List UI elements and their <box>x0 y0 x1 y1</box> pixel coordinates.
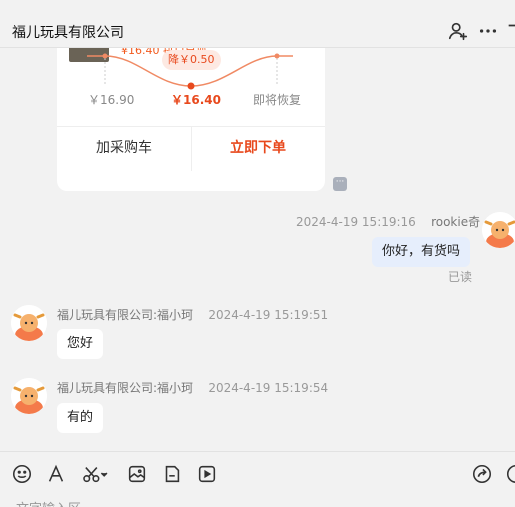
avatar[interactable] <box>482 212 515 248</box>
message-sender: 福儿玩具有限公司:福小珂 <box>57 381 194 395</box>
message-bubble: 你好，有货吗 <box>372 237 471 267</box>
input-toolbar: 文字输入区 <box>0 451 515 507</box>
chat-title: 福儿玩具有限公司 <box>12 25 124 41</box>
price-drop-badge: 降￥0.50 <box>162 50 221 70</box>
add-to-cart-button[interactable]: 加采购车 <box>57 126 191 171</box>
product-card[interactable]: ¥16.40 拼只已抓 降￥0.50 ￥16.90 ￥16.40 即将恢复 加采… <box>57 48 325 191</box>
video-icon[interactable] <box>196 463 218 485</box>
current-price: ￥16.40 <box>171 93 221 107</box>
message-more-icon[interactable]: ··· <box>333 177 347 191</box>
scissors-icon[interactable] <box>80 463 110 485</box>
message-sender: rookie奇 <box>431 215 481 229</box>
more-icon[interactable] <box>477 20 499 42</box>
chat-icon[interactable] <box>505 463 515 485</box>
message-bubble: 有的 <box>57 403 104 433</box>
chat-area: ¥16.40 拼只已抓 降￥0.50 ￥16.90 ￥16.40 即将恢复 加采… <box>0 48 515 451</box>
emoji-icon[interactable] <box>11 463 33 485</box>
message-time: 2024-4-19 15:19:54 <box>208 381 329 395</box>
message-meta: 2024-4-19 15:19:16 rookie奇 <box>296 213 480 230</box>
image-icon[interactable] <box>126 463 148 485</box>
upcoming-label: 即将恢复 <box>253 93 302 107</box>
buy-now-button[interactable]: 立即下单 <box>191 126 325 171</box>
message-sender: 福儿玩具有限公司:福小珂 <box>57 308 194 322</box>
avatar[interactable] <box>11 378 47 414</box>
share-icon[interactable] <box>471 463 493 485</box>
cut-icon[interactable] <box>505 20 515 42</box>
file-icon[interactable] <box>161 463 183 485</box>
message-bubble: 您好 <box>57 329 104 359</box>
message-time: 2024-4-19 15:19:51 <box>208 308 329 322</box>
message-meta: 福儿玩具有限公司:福小珂 2024-4-19 15:19:51 <box>57 306 328 323</box>
message-time: 2024-4-19 15:19:16 <box>296 215 416 229</box>
old-price: ￥16.90 <box>88 93 135 107</box>
message-meta: 福儿玩具有限公司:福小珂 2024-4-19 15:19:54 <box>57 379 328 396</box>
message-input[interactable]: 文字输入区 <box>16 498 81 507</box>
chat-header: 福儿玩具有限公司 <box>0 0 515 48</box>
avatar[interactable] <box>11 305 47 341</box>
user-icon[interactable] <box>447 20 469 42</box>
font-icon[interactable] <box>45 463 67 485</box>
read-status: 已读 <box>448 270 473 284</box>
